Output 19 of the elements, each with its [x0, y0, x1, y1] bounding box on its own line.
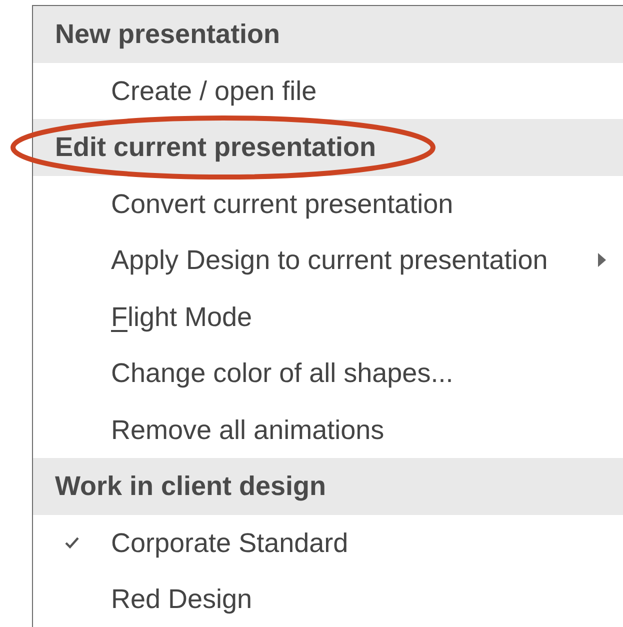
section-title: Edit current presentation — [55, 131, 376, 164]
section-title: New presentation — [55, 18, 280, 51]
section-title: Work in client design — [55, 470, 326, 503]
menu-item-label: Create / open file — [111, 74, 317, 108]
menu-item-label: Remove all animations — [111, 414, 384, 446]
menu-item[interactable]: Convert current presentation — [33, 176, 623, 232]
menu-item[interactable]: Change color of all shapes... — [33, 345, 623, 402]
menu-item[interactable]: Flight Mode — [33, 288, 623, 345]
menu-item-label: Red Design — [111, 583, 252, 616]
menu-item[interactable]: Red Design — [33, 571, 623, 627]
menu-item-label: Corporate Standard — [111, 526, 348, 560]
menu-item[interactable]: Apply Design to current presentation — [33, 232, 623, 288]
menu-item-label: Apply Design to current presentation — [111, 244, 548, 277]
menu-item[interactable]: Corporate Standard — [33, 514, 623, 571]
menu-item-label: Change color of all shapes... — [111, 357, 454, 390]
menu-item[interactable]: Create / open file — [33, 62, 623, 119]
menu-item-label: Convert current presentation — [111, 188, 454, 221]
menu-item[interactable]: Remove all animations — [33, 402, 623, 458]
menu-item-label: Flight Mode — [111, 300, 252, 334]
